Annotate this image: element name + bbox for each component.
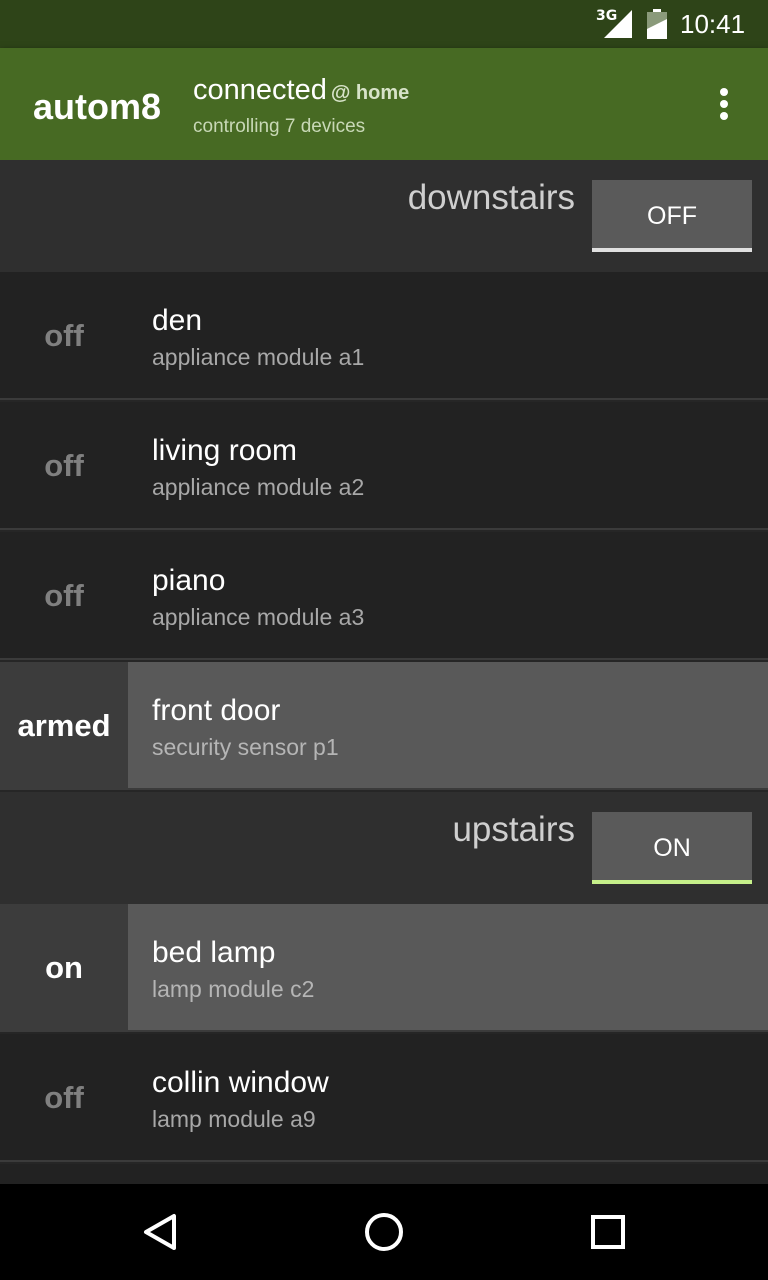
signal-icon	[604, 10, 632, 38]
toggle-label: OFF	[647, 202, 697, 230]
connection-location: @ home	[330, 82, 410, 104]
group-header-upstairs: upstairs ON	[0, 792, 768, 904]
recents-icon[interactable]	[584, 1208, 632, 1256]
device-description: appliance module a3	[152, 604, 365, 630]
device-name: bed lamp	[152, 936, 276, 969]
device-name: den	[152, 304, 203, 337]
clock: 10:41	[680, 9, 746, 39]
toggle-indicator	[592, 248, 752, 252]
device-state[interactable]: armed	[0, 662, 128, 790]
device-name: piano	[152, 564, 226, 597]
device-state[interactable]: off	[0, 532, 128, 660]
group-header-downstairs: downstairs OFF	[0, 160, 768, 272]
device-row-front-door[interactable]: armed front door security sensor p1	[0, 662, 768, 790]
device-row-den[interactable]: off den appliance module a1	[0, 272, 768, 400]
device-row-partial	[0, 1164, 768, 1184]
device-description: appliance module a2	[152, 474, 365, 500]
group-name: upstairs	[452, 810, 575, 849]
connection-line: connected @ home	[193, 74, 409, 107]
status-bar: 3G 10:41	[0, 0, 768, 48]
device-description: appliance module a1	[152, 344, 365, 370]
device-state[interactable]: off	[0, 272, 128, 400]
home-icon[interactable]	[360, 1208, 408, 1256]
group-toggle-button[interactable]: OFF	[592, 180, 752, 252]
toggle-indicator	[592, 880, 752, 884]
device-state[interactable]: off	[0, 1034, 128, 1162]
group-toggle-button[interactable]: ON	[592, 812, 752, 884]
device-description: security sensor p1	[152, 734, 339, 760]
connection-status: connected	[193, 74, 327, 106]
device-row-bed-lamp[interactable]: on bed lamp lamp module c2	[0, 904, 768, 1032]
device-name: front door	[152, 694, 281, 727]
battery-icon	[647, 9, 667, 39]
device-description: lamp module a9	[152, 1106, 316, 1132]
back-icon[interactable]	[136, 1208, 184, 1256]
app-bar: autom8 connected @ home controlling 7 dev…	[0, 48, 768, 160]
toggle-label: ON	[653, 834, 691, 862]
app-title: autom8	[33, 86, 162, 127]
device-name: living room	[152, 434, 298, 467]
device-state[interactable]: on	[0, 904, 128, 1032]
device-row-living-room[interactable]: off living room appliance module a2	[0, 402, 768, 530]
device-description: lamp module c2	[152, 976, 315, 1002]
group-name: downstairs	[407, 178, 575, 217]
device-count: controlling 7 devices	[193, 116, 366, 137]
device-row-collin-window[interactable]: off collin window lamp module a9	[0, 1034, 768, 1162]
device-state[interactable]: off	[0, 402, 128, 530]
device-row-piano[interactable]: off piano appliance module a3	[0, 532, 768, 660]
navigation-bar	[0, 1184, 768, 1280]
device-name: collin window	[152, 1066, 329, 1099]
more-vert-icon[interactable]	[704, 84, 744, 124]
